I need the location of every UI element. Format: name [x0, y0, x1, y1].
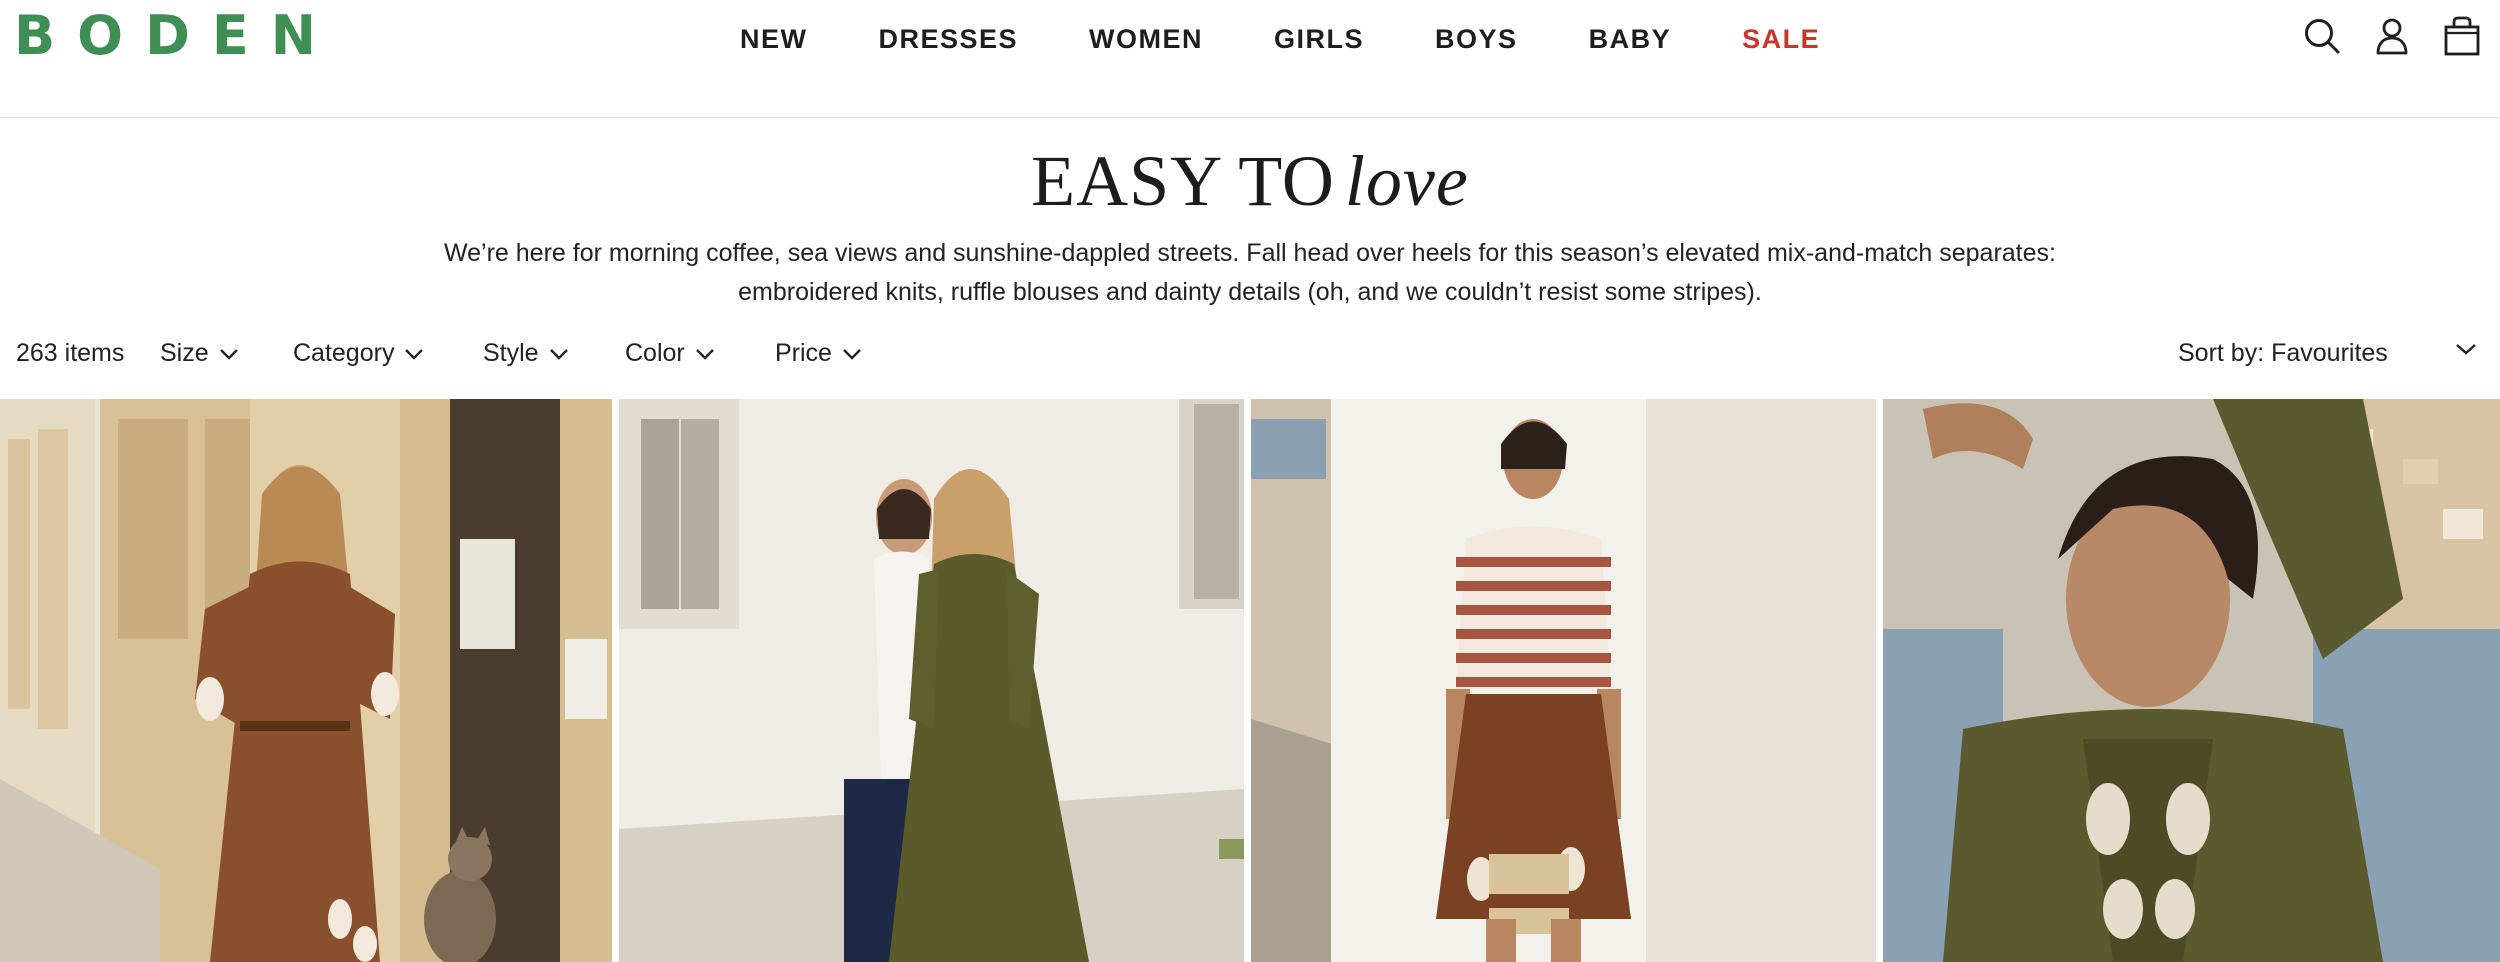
boden-logo[interactable]: BODEN [14, 9, 338, 63]
nav-item-baby[interactable]: BABY [1589, 24, 1672, 55]
chevron-down-icon [549, 348, 569, 360]
chevron-down-icon [695, 348, 715, 360]
nav-item-women[interactable]: WOMEN [1089, 24, 1203, 55]
nav-item-dresses[interactable]: DRESSES [879, 24, 1019, 55]
filter-bar: 263 items Size Category Style Color Pric… [0, 335, 2500, 377]
filter-category[interactable]: Category [293, 339, 424, 368]
product-image [0, 399, 612, 962]
filter-price-label: Price [775, 339, 832, 367]
product-tile[interactable] [1883, 399, 2500, 962]
hero-title: EASY TO love [0, 140, 2500, 222]
chevron-down-icon[interactable] [2455, 343, 2477, 355]
chevron-down-icon [219, 348, 239, 360]
header-actions [2302, 16, 2482, 56]
item-count: 263 items [16, 339, 125, 367]
product-tile[interactable] [0, 399, 612, 962]
nav-item-sale[interactable]: SALE [1742, 24, 1820, 55]
nav-item-girls[interactable]: GIRLS [1274, 24, 1364, 55]
filter-price[interactable]: Price [775, 339, 862, 368]
product-image [619, 399, 1244, 962]
sort-dropdown[interactable]: Sort by: Favourites [2178, 339, 2388, 368]
striped-cardigan [1456, 526, 1611, 689]
main-nav: NEW DRESSES WOMEN GIRLS BOYS BABY SALE [740, 18, 1820, 60]
bag-icon[interactable] [2442, 16, 2482, 56]
hero-title-regular: EASY TO [1031, 141, 1335, 221]
product-image [1883, 399, 2500, 962]
filter-size-label: Size [160, 339, 209, 367]
filter-category-label: Category [293, 339, 395, 367]
nav-item-new[interactable]: NEW [740, 24, 808, 55]
filter-style-label: Style [483, 339, 539, 367]
product-image [1251, 399, 1876, 962]
filter-size[interactable]: Size [160, 339, 239, 368]
search-icon[interactable] [2302, 16, 2342, 56]
filter-color-label: Color [625, 339, 685, 367]
hero-description: We’re here for morning coffee, sea views… [444, 239, 2056, 306]
chevron-down-icon [842, 348, 862, 360]
product-tile[interactable] [619, 399, 1244, 962]
site-header: BODEN NEW DRESSES WOMEN GIRLS BOYS BABY … [0, 0, 2500, 118]
nav-item-boys[interactable]: BOYS [1435, 24, 1518, 55]
product-grid [0, 399, 2500, 962]
chevron-down-icon [404, 348, 424, 360]
filter-style[interactable]: Style [483, 339, 569, 368]
filter-color[interactable]: Color [625, 339, 715, 368]
product-tile[interactable] [1251, 399, 1876, 962]
hero-title-italic: love [1344, 141, 1469, 221]
account-icon[interactable] [2372, 16, 2412, 56]
